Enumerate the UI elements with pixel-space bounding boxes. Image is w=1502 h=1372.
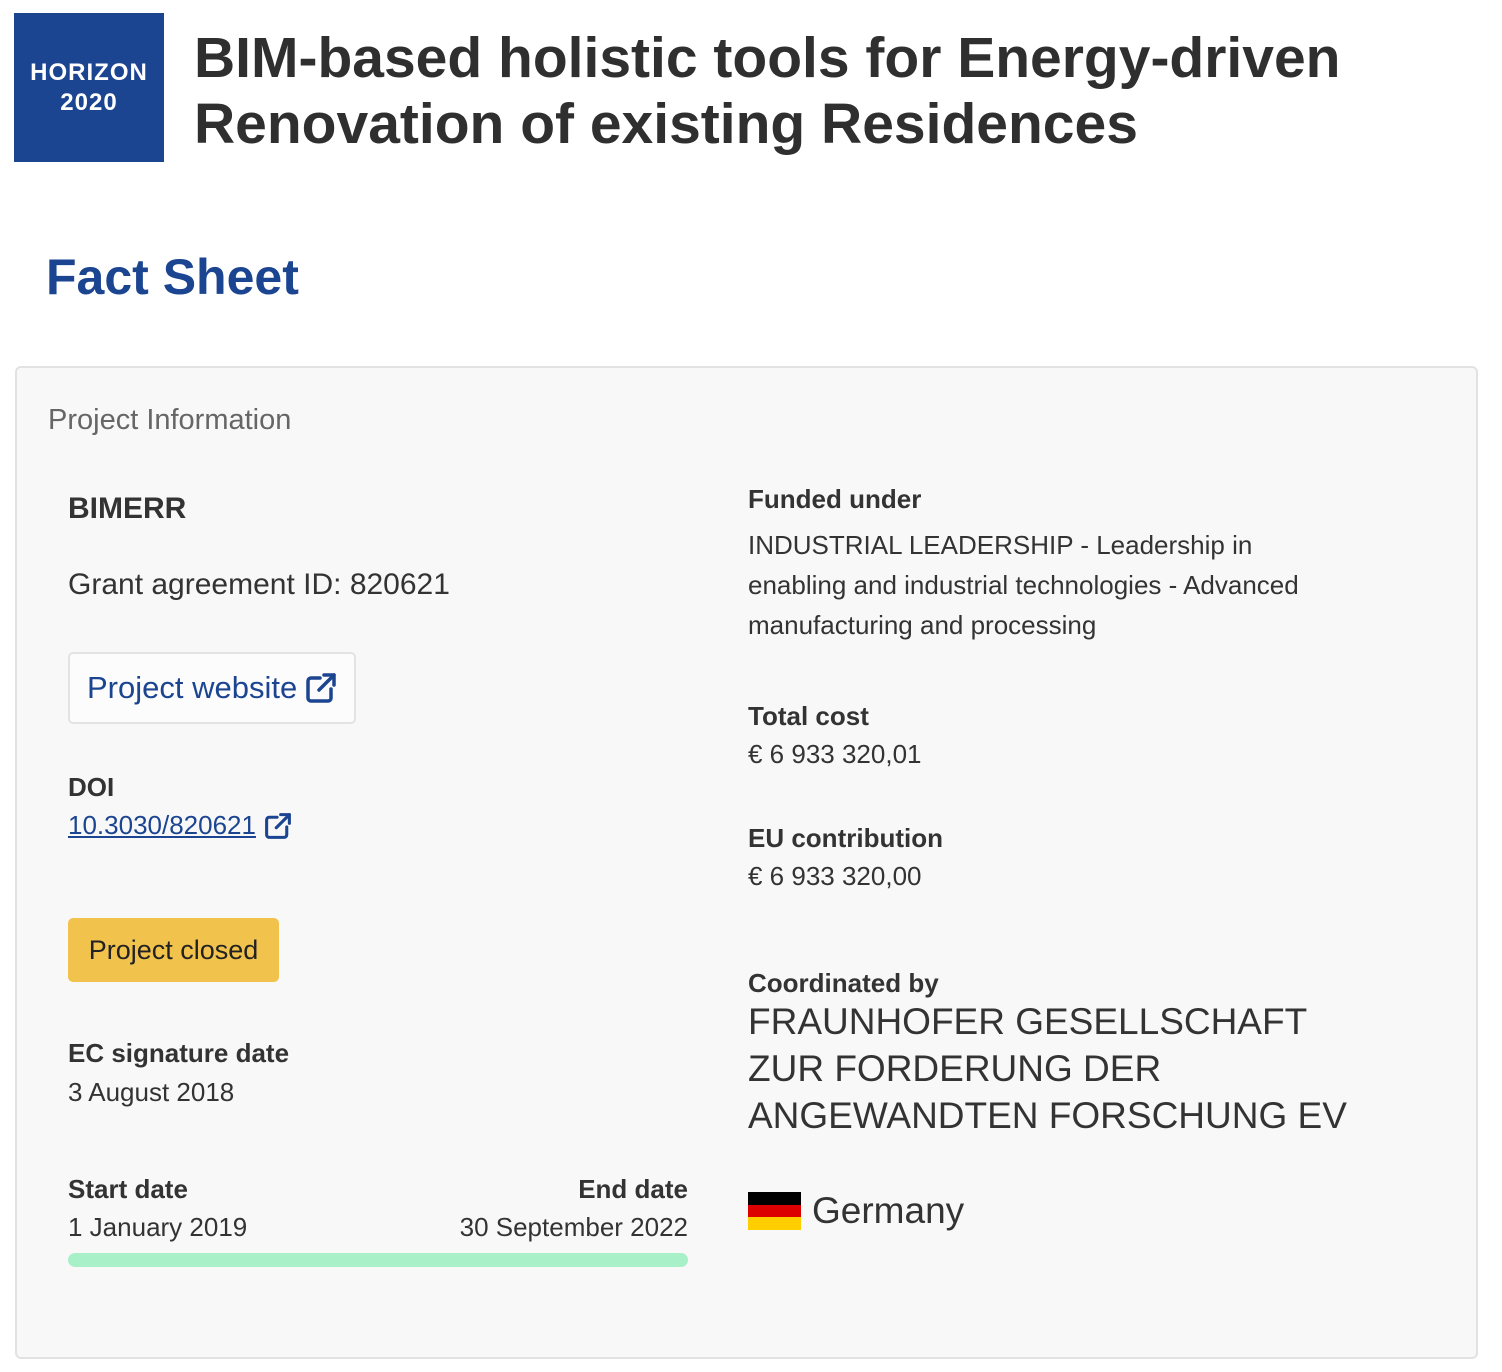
doi-link[interactable]: 10.3030/820621 xyxy=(68,810,292,841)
flag-stripe-black xyxy=(748,1192,801,1205)
status-badge: Project closed xyxy=(68,918,279,982)
end-date-value: 30 September 2022 xyxy=(459,1212,688,1242)
signature-date-value: 3 August 2018 xyxy=(68,1077,235,1107)
grant-agreement: Grant agreement ID: 820621 xyxy=(68,568,450,602)
funded-under-value: INDUSTRIAL LEADERSHIP - Leadership in en… xyxy=(748,530,1299,640)
country-name: Germany xyxy=(812,1190,965,1231)
horizon-2020-logo: HORIZON 2020 xyxy=(14,13,164,162)
germany-flag-icon xyxy=(748,1192,801,1231)
doi-value: 10.3030/820621 xyxy=(68,810,256,840)
grant-label: Grant agreement ID: xyxy=(68,568,342,601)
fact-sheet-page: HORIZON 2020 BIM-based holistic tools fo… xyxy=(0,0,1502,1372)
flag-stripe-gold xyxy=(748,1217,801,1231)
start-date-label: Start date xyxy=(68,1174,188,1204)
external-link-icon xyxy=(264,812,292,840)
logo-line1: HORIZON xyxy=(30,58,148,86)
flag-stripe-red xyxy=(748,1204,801,1218)
project-duration: Start date 1 January 2019 End date 30 Se… xyxy=(68,1174,688,1274)
project-information-card: Project Information BIMERR Grant agreeme… xyxy=(15,366,1478,1359)
project-website-button[interactable]: Project website xyxy=(68,652,356,724)
end-date-label: End date xyxy=(578,1174,688,1204)
eu-contribution-value: € 6 933 320,00 xyxy=(748,861,922,891)
project-website-label: Project website xyxy=(87,670,298,705)
external-link-icon xyxy=(305,672,337,704)
grant-id: 820621 xyxy=(349,568,450,601)
section-title: Fact Sheet xyxy=(46,249,299,305)
coordinated-by-label: Coordinated by xyxy=(748,968,939,998)
doi-label: DOI xyxy=(68,772,115,802)
project-acronym: BIMERR xyxy=(68,492,187,525)
page-header: HORIZON 2020 BIM-based holistic tools fo… xyxy=(14,13,1482,162)
logo-line2: 2020 xyxy=(60,88,118,116)
page-title: BIM-based holistic tools for Energy-driv… xyxy=(194,26,1341,156)
total-cost-value: € 6 933 320,01 xyxy=(748,739,922,769)
eu-contribution-label: EU contribution xyxy=(748,823,943,853)
card-header: Project Information xyxy=(48,404,292,436)
total-cost-label: Total cost xyxy=(748,701,869,731)
project-progress-fill xyxy=(68,1253,688,1267)
project-progress-bar xyxy=(68,1253,688,1267)
signature-date-label: EC signature date xyxy=(68,1038,290,1068)
coordinator-country: Germany xyxy=(748,1190,964,1232)
coordinator-name: FRAUNHOFER GESELLSCHAFT ZUR FORDERUNG DE… xyxy=(748,1001,1347,1136)
funded-under-label: Funded under xyxy=(748,484,922,514)
start-date-value: 1 January 2019 xyxy=(68,1212,248,1242)
